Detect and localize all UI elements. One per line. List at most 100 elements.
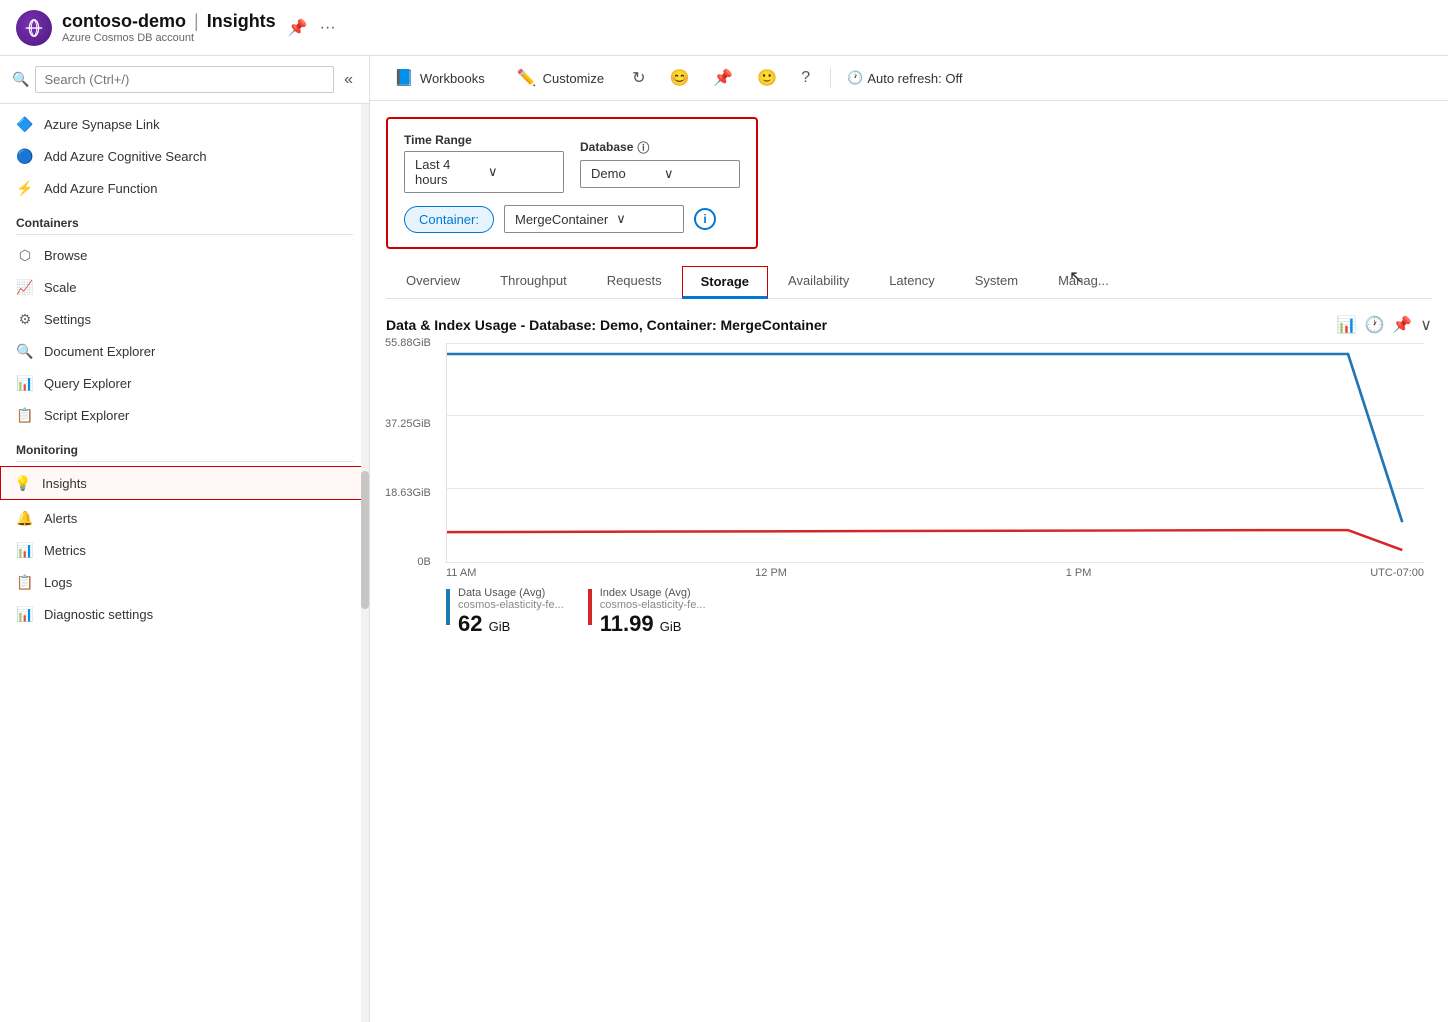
y-label-mid1: 37.25GiB	[385, 418, 431, 430]
database-chevron-icon: ∨	[664, 166, 729, 182]
sidebar: 🔍 « 🔷 Azure Synapse Link 🔵 Add Azure Cog…	[0, 56, 370, 1022]
time-range-select[interactable]: Last 4 hours ∨	[404, 151, 564, 193]
sidebar-label-alerts: Alerts	[44, 511, 77, 526]
header-main-title: contoso-demo | Insights	[62, 11, 276, 32]
refresh-icon[interactable]: ↻	[628, 64, 649, 92]
sidebar-label-insights: Insights	[42, 476, 87, 491]
sidebar-item-settings[interactable]: ⚙ Settings	[0, 303, 369, 335]
settings-icon: ⚙	[16, 310, 34, 328]
toolbar: 📘 Workbooks ✏️ Customize ↻ 😊 📌 🙂 ? 🕐 Aut…	[370, 56, 1448, 101]
tab-overview[interactable]: Overview	[386, 265, 480, 298]
database-value: Demo	[591, 166, 656, 181]
sidebar-label-cognitive-search: Add Azure Cognitive Search	[44, 149, 207, 164]
gridline-bottom	[447, 562, 1424, 563]
share-icon[interactable]: 📌	[709, 64, 737, 92]
tab-system[interactable]: System	[955, 265, 1038, 298]
app-name: contoso-demo	[62, 11, 186, 32]
data-usage-value: 62 GiB	[458, 611, 564, 637]
database-select[interactable]: Demo ∨	[580, 160, 740, 188]
x-label-11am: 11 AM	[446, 567, 476, 579]
sidebar-item-insights[interactable]: 💡 Insights	[0, 466, 369, 500]
sidebar-item-diagnostic-settings[interactable]: 📊 Diagnostic settings	[0, 598, 369, 630]
chart-expand-icon[interactable]: ∨	[1420, 315, 1432, 335]
sidebar-label-script-explorer: Script Explorer	[44, 408, 129, 423]
database-filter: Database ⓘ Demo ∨	[580, 139, 740, 188]
container-chevron-icon: ∨	[616, 211, 626, 227]
sidebar-item-scale[interactable]: 📈 Scale	[0, 271, 369, 303]
chart-header: Data & Index Usage - Database: Demo, Con…	[386, 315, 1432, 335]
sidebar-label-query-explorer: Query Explorer	[44, 376, 131, 391]
x-axis: 11 AM 12 PM 1 PM UTC-07:00	[446, 563, 1424, 579]
sidebar-item-query-explorer[interactable]: 📊 Query Explorer	[0, 367, 369, 399]
time-range-filter: Time Range Last 4 hours ∨	[404, 133, 564, 193]
sidebar-label-azure-function: Add Azure Function	[44, 181, 157, 196]
chart-header-actions: 📊 🕐 📌 ∨	[1337, 315, 1432, 335]
monitoring-section-label: Monitoring	[0, 431, 369, 461]
sidebar-item-logs[interactable]: 📋 Logs	[0, 566, 369, 598]
script-explorer-icon: 📋	[16, 406, 34, 424]
more-options-icon[interactable]: ···	[320, 19, 336, 37]
y-label-top: 55.88GiB	[385, 337, 431, 349]
workbooks-button[interactable]: 📘 Workbooks	[386, 64, 493, 92]
logs-icon: 📋	[16, 573, 34, 591]
sidebar-item-browse[interactable]: ⬡ Browse	[0, 239, 369, 271]
pin-icon[interactable]: 📌	[288, 18, 308, 38]
data-usage-color-bar	[446, 589, 450, 625]
customize-button[interactable]: ✏️ Customize	[509, 64, 612, 92]
sidebar-scroll: 🔷 Azure Synapse Link 🔵 Add Azure Cogniti…	[0, 104, 369, 1022]
tab-availability[interactable]: Availability	[768, 265, 869, 298]
query-explorer-icon: 📊	[16, 374, 34, 392]
sidebar-scrollbar-thumb[interactable]	[361, 471, 369, 609]
workbooks-label: Workbooks	[420, 71, 485, 86]
content-scroll: Time Range Last 4 hours ∨ Database ⓘ Dem…	[370, 101, 1448, 1022]
chart-pin-icon[interactable]: 📌	[1392, 315, 1412, 335]
sidebar-item-script-explorer[interactable]: 📋 Script Explorer	[0, 399, 369, 431]
feedback-icon[interactable]: 😊	[665, 64, 693, 92]
container-filter-row: Container: MergeContainer ∨ i	[404, 205, 740, 233]
index-usage-label: Index Usage (Avg)	[600, 587, 706, 599]
tab-latency[interactable]: Latency	[869, 265, 955, 298]
tab-requests[interactable]: Requests	[587, 265, 682, 298]
azure-function-icon: ⚡	[16, 179, 34, 197]
search-input[interactable]	[35, 66, 334, 93]
legend-index-usage: Index Usage (Avg) cosmos-elasticity-fe..…	[588, 587, 706, 637]
sidebar-item-add-azure-function[interactable]: ⚡ Add Azure Function	[0, 172, 369, 204]
database-label: Database ⓘ	[580, 139, 740, 156]
sidebar-item-synapse-link[interactable]: 🔷 Azure Synapse Link	[0, 108, 369, 140]
tab-throughput[interactable]: Throughput	[480, 265, 587, 298]
cognitive-search-icon: 🔵	[16, 147, 34, 165]
help-icon[interactable]: ?	[797, 65, 814, 91]
container-select[interactable]: MergeContainer ∨	[504, 205, 684, 233]
container-info-icon[interactable]: i	[694, 208, 716, 230]
chart-bar-icon[interactable]: 📊	[1337, 315, 1357, 335]
page-title: Insights	[207, 11, 276, 32]
chart-history-icon[interactable]: 🕐	[1364, 315, 1384, 335]
customize-label: Customize	[543, 71, 604, 86]
sidebar-label-synapse-link: Azure Synapse Link	[44, 117, 160, 132]
collapse-sidebar-button[interactable]: «	[340, 71, 357, 89]
x-label-1pm: 1 PM	[1066, 567, 1092, 579]
separator: |	[194, 11, 199, 32]
document-explorer-icon: 🔍	[16, 342, 34, 360]
main-layout: 🔍 « 🔷 Azure Synapse Link 🔵 Add Azure Cog…	[0, 56, 1448, 1022]
tab-storage[interactable]: Storage	[682, 266, 768, 299]
emoji-icon[interactable]: 🙂	[753, 64, 781, 92]
sidebar-label-scale: Scale	[44, 280, 77, 295]
metrics-icon: 📊	[16, 541, 34, 559]
sidebar-label-settings: Settings	[44, 312, 91, 327]
y-label-bottom: 0B	[385, 556, 431, 568]
tab-manage[interactable]: Manag...	[1038, 265, 1129, 298]
tabs-row: Overview Throughput Requests Storage Ava…	[386, 265, 1432, 299]
sidebar-item-metrics[interactable]: 📊 Metrics	[0, 534, 369, 566]
sidebar-item-document-explorer[interactable]: 🔍 Document Explorer	[0, 335, 369, 367]
sidebar-item-add-cognitive-search[interactable]: 🔵 Add Azure Cognitive Search	[0, 140, 369, 172]
sidebar-label-browse: Browse	[44, 248, 87, 263]
index-usage-text: Index Usage (Avg) cosmos-elasticity-fe..…	[600, 587, 706, 637]
container-pill-label: Container:	[404, 206, 494, 233]
container-value: MergeContainer	[515, 212, 608, 227]
sidebar-item-alerts[interactable]: 🔔 Alerts	[0, 502, 369, 534]
chart-canvas: 55.88GiB 37.25GiB 18.63GiB 0B	[446, 343, 1424, 563]
index-usage-value: 11.99 GiB	[600, 611, 706, 637]
auto-refresh-status[interactable]: 🕐 Auto refresh: Off	[847, 70, 962, 86]
database-info-icon[interactable]: ⓘ	[637, 139, 649, 156]
